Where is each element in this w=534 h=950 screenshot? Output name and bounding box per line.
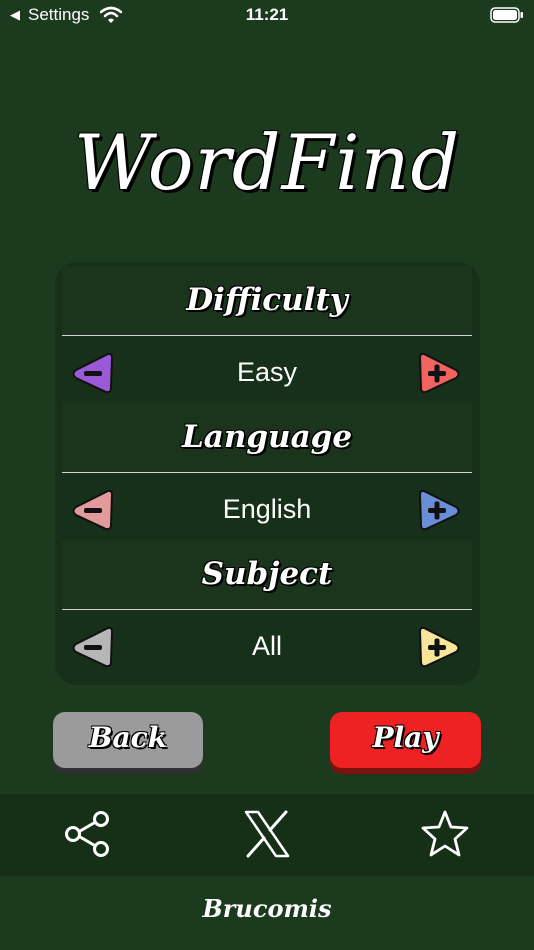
divider xyxy=(62,472,472,473)
divider xyxy=(62,335,472,336)
x-logo-icon[interactable] xyxy=(242,809,292,859)
play-button[interactable]: Play xyxy=(330,712,481,768)
difficulty-header: Difficulty xyxy=(62,266,472,336)
app-title: WordFind xyxy=(73,118,461,207)
status-bar: ◀ Settings 11:21 xyxy=(0,0,534,32)
brand-label: Brucomis xyxy=(202,894,332,923)
language-increase-button[interactable] xyxy=(418,487,462,533)
language-row: English xyxy=(62,474,472,540)
share-icon[interactable] xyxy=(63,809,113,859)
subject-row: All xyxy=(62,611,472,677)
status-time: 11:21 xyxy=(245,5,289,24)
language-value: English xyxy=(222,494,312,524)
difficulty-value: Easy xyxy=(236,357,298,387)
back-button[interactable]: Back xyxy=(53,712,203,768)
star-icon[interactable] xyxy=(420,809,470,859)
divider xyxy=(62,609,472,610)
difficulty-row: Easy xyxy=(62,337,472,403)
language-heading: Language xyxy=(181,419,353,455)
subject-value: All xyxy=(251,631,282,661)
subject-heading: Subject xyxy=(201,556,333,592)
language-header: Language xyxy=(62,403,472,473)
difficulty-heading: Difficulty xyxy=(186,282,348,318)
battery-icon xyxy=(490,7,523,23)
difficulty-increase-button[interactable] xyxy=(418,350,462,396)
subject-increase-button[interactable] xyxy=(418,624,462,670)
subject-header: Subject xyxy=(62,540,472,610)
